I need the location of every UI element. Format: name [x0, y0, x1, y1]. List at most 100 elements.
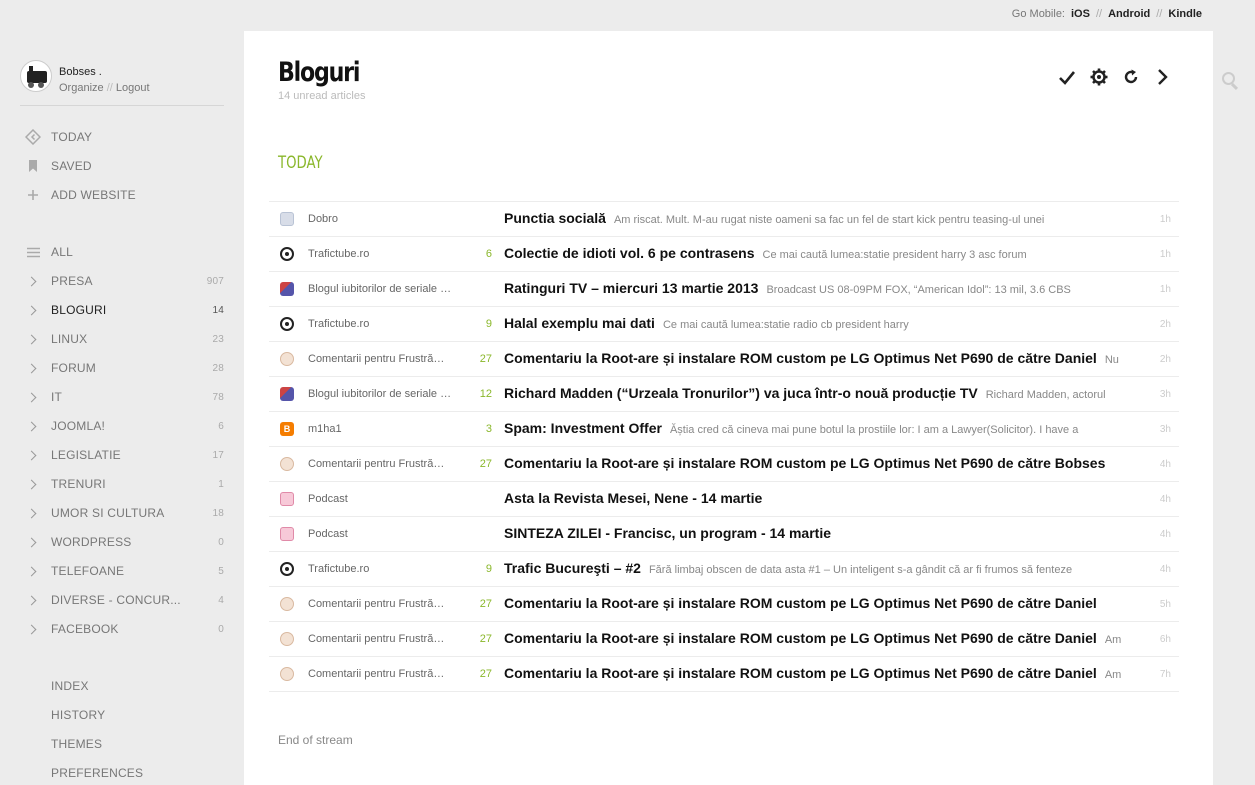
article-row[interactable]: Trafictube.ro 9 Halal exemplu mai dati Ce m…	[269, 307, 1179, 342]
sidebar-category[interactable]: FACEBOOK 0	[24, 619, 224, 639]
article-age: 2h	[1159, 318, 1171, 330]
themes-link[interactable]: THEMES	[51, 737, 102, 751]
comment-count: 6	[485, 248, 492, 260]
kindle-link[interactable]: Kindle	[1168, 8, 1202, 20]
article-age: 4h	[1159, 528, 1171, 540]
sidebar-category[interactable]: TELEFOANE 5	[24, 561, 224, 581]
article-title[interactable]: Comentariu la Root-are și instalare ROM …	[504, 350, 1097, 366]
refresh-button[interactable]	[1121, 69, 1141, 89]
article-row[interactable]: Dobro Punctia socială Am riscat. Mult. M-a…	[269, 202, 1179, 237]
article-row[interactable]: Blogul iubitorilor de seriale … 12 Richard…	[269, 377, 1179, 412]
article-row[interactable]: Podcast Asta la Revista Mesei, Nene - 14 …	[269, 482, 1179, 517]
feed-name: Podcast	[308, 528, 348, 540]
chevron-right-icon[interactable]	[24, 360, 42, 376]
article-title[interactable]: Halal exemplu mai dati	[504, 315, 655, 331]
comment-count: 27	[479, 458, 492, 470]
search-icon[interactable]	[1222, 72, 1240, 91]
article-age: 7h	[1159, 668, 1171, 680]
article-snippet: Broadcast US 08-09PM FOX, “American Idol…	[766, 284, 1071, 296]
sidebar-category[interactable]: PRESA 907	[24, 271, 224, 291]
sidebar-category[interactable]: FORUM 28	[24, 358, 224, 378]
article-title[interactable]: Comentariu la Root-are și instalare ROM …	[504, 595, 1097, 611]
ios-link[interactable]: iOS	[1071, 8, 1090, 20]
sidebar-category[interactable]: IT 78	[24, 387, 224, 407]
check-icon	[1058, 68, 1076, 91]
sidebar-category[interactable]: DIVERSE - CONCUR... 4	[24, 590, 224, 610]
chevron-right-icon[interactable]	[24, 389, 42, 405]
article-title[interactable]: Ratinguri TV – miercuri 13 martie 2013	[504, 280, 758, 296]
nav-saved[interactable]: SAVED	[24, 156, 224, 176]
sidebar-category[interactable]: TRENURI 1	[24, 474, 224, 494]
category-label: DIVERSE - CONCUR...	[51, 593, 181, 607]
article-age: 1h	[1159, 248, 1171, 260]
android-link[interactable]: Android	[1108, 8, 1150, 20]
nav-today[interactable]: TODAY	[24, 127, 224, 147]
article-title[interactable]: Comentariu la Root-are și instalare ROM …	[504, 455, 1105, 471]
category-label: LINUX	[51, 332, 88, 346]
article-row[interactable]: Comentarii pentru Frustră… 27 Comentariu l…	[269, 342, 1179, 377]
article-row[interactable]: Comentarii pentru Frustră… 27 Comentariu l…	[269, 657, 1179, 692]
sidebar-category[interactable]: WORDPRESS 0	[24, 532, 224, 552]
article-row[interactable]: Podcast SINTEZA ZILEI - Francisc, un prog…	[269, 517, 1179, 552]
chevron-right-icon[interactable]	[24, 447, 42, 463]
history-link[interactable]: HISTORY	[51, 708, 105, 722]
sidebar-category[interactable]: JOOMLA! 6	[24, 416, 224, 436]
article-row[interactable]: Trafictube.ro 6 Colectie de idioti vol. 6 …	[269, 237, 1179, 272]
article-row[interactable]: Blogul iubitorilor de seriale … Ratinguri…	[269, 272, 1179, 307]
user-block: Bobses . Organize // Logout	[20, 60, 224, 106]
category-label: PRESA	[51, 274, 93, 288]
sidebar-category[interactable]: LINUX 23	[24, 329, 224, 349]
nav-all[interactable]: ALL	[24, 242, 224, 262]
article-title[interactable]: Trafic Bucureşti – #2	[504, 560, 641, 576]
index-link[interactable]: INDEX	[51, 679, 89, 693]
chevron-right-icon[interactable]	[24, 476, 42, 492]
chevron-right-icon[interactable]	[24, 621, 42, 637]
article-title[interactable]: Asta la Revista Mesei, Nene - 14 martie	[504, 490, 762, 506]
chevron-right-icon[interactable]	[24, 534, 42, 550]
chevron-right-icon[interactable]	[24, 563, 42, 579]
category-count: 5	[218, 565, 224, 577]
article-snippet: Am	[1104, 634, 1122, 646]
article-title[interactable]: SINTEZA ZILEI - Francisc, un program - 1…	[504, 525, 831, 541]
chevron-right-icon[interactable]	[24, 592, 42, 608]
chevron-right-icon[interactable]	[24, 505, 42, 521]
article-row[interactable]: Trafictube.ro 9 Trafic Bucureşti – #2 Fără …	[269, 552, 1179, 587]
category-count: 78	[212, 391, 224, 403]
article-row[interactable]: Comentarii pentru Frustră… 27 Comentariu l…	[269, 587, 1179, 622]
chevron-right-icon[interactable]	[24, 331, 42, 347]
organize-link[interactable]: Organize	[59, 82, 104, 94]
article-row[interactable]: Comentarii pentru Frustră… 27 Comentariu l…	[269, 622, 1179, 657]
avatar[interactable]	[20, 60, 52, 92]
settings-button[interactable]	[1089, 68, 1109, 89]
sidebar-category[interactable]: LEGISLATIE 17	[24, 445, 224, 465]
article-title[interactable]: Punctia socială	[504, 210, 606, 226]
category-label: TELEFOANE	[51, 564, 125, 578]
go-mobile-label: Go Mobile:	[1011, 8, 1065, 20]
article-age: 4h	[1159, 563, 1171, 575]
article-title[interactable]: Colectie de idioti vol. 6 pe contrasens	[504, 245, 755, 261]
article-title[interactable]: Spam: Investment Offer	[504, 420, 662, 436]
article-title[interactable]: Comentariu la Root-are și instalare ROM …	[504, 630, 1097, 646]
chevron-right-icon[interactable]	[24, 302, 42, 318]
article-row[interactable]: Bm1ha1 3 Spam: Investment Offer Ăștia cred …	[269, 412, 1179, 447]
article-title[interactable]: Comentariu la Root-are și instalare ROM …	[504, 665, 1097, 681]
logout-link[interactable]: Logout	[116, 82, 150, 94]
feed-name: Dobro	[308, 213, 338, 225]
next-button[interactable]	[1153, 68, 1173, 89]
sidebar-category[interactable]: BLOGURI 14	[24, 300, 224, 320]
bookmark-icon	[24, 158, 42, 174]
article-title[interactable]: Richard Madden (“Urzeala Tronurilor”) va…	[504, 385, 978, 401]
category-count: 0	[218, 623, 224, 635]
mark-read-button[interactable]	[1057, 69, 1077, 89]
section-heading-today: TODAY	[278, 153, 323, 173]
nav-label: TODAY	[51, 130, 93, 144]
category-count: 14	[212, 304, 224, 316]
preferences-link[interactable]: PREFERENCES	[51, 766, 143, 780]
chevron-right-icon[interactable]	[24, 418, 42, 434]
category-label: FORUM	[51, 361, 96, 375]
sidebar-category[interactable]: UMOR SI CULTURA 18	[24, 503, 224, 523]
chevron-right-icon[interactable]	[24, 273, 42, 289]
toolbar	[1057, 68, 1173, 89]
nav-add-website[interactable]: ADD WEBSITE	[24, 185, 224, 205]
article-row[interactable]: Comentarii pentru Frustră… 27 Comentariu l…	[269, 447, 1179, 482]
